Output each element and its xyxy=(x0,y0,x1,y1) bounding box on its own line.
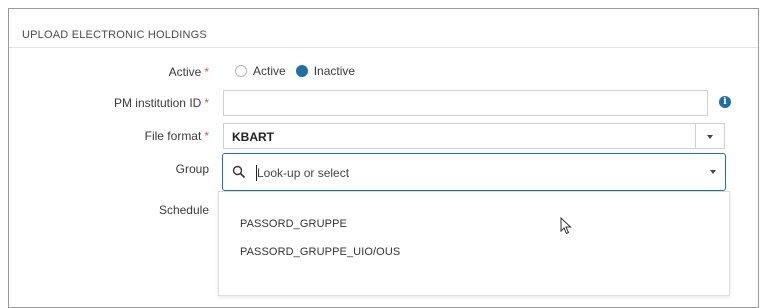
chevron-down-icon[interactable] xyxy=(710,170,716,174)
group-dropdown: PASSORD_GRUPPE PASSORD_GRUPPE_UIO/OUS xyxy=(218,191,730,296)
file-format-select[interactable]: KBART xyxy=(223,123,725,149)
required-mark: * xyxy=(204,65,209,79)
dropdown-option[interactable]: PASSORD_GRUPPE xyxy=(240,218,347,230)
radio-inactive-label[interactable]: Inactive xyxy=(314,64,355,78)
active-label-text: Active xyxy=(168,65,202,79)
search-icon xyxy=(232,165,246,179)
radio-active[interactable] xyxy=(235,65,247,77)
file-format-value: KBART xyxy=(232,130,274,144)
file-format-label: File format * xyxy=(145,129,209,143)
required-mark: * xyxy=(204,96,209,110)
schedule-label: Schedule xyxy=(158,203,209,217)
pm-institution-id-label-text: PM institution ID xyxy=(113,96,202,110)
pm-institution-id-field[interactable] xyxy=(223,90,708,116)
group-label: Group xyxy=(175,162,209,176)
group-search-input[interactable] xyxy=(257,163,657,183)
section-title: UPLOAD ELECTRONIC HOLDINGS xyxy=(22,29,207,41)
file-format-label-text: File format xyxy=(144,129,202,143)
mouse-pointer-icon xyxy=(560,217,572,235)
active-label: Active * xyxy=(169,65,209,79)
upload-panel: UPLOAD ELECTRONIC HOLDINGS Active * Activ… xyxy=(8,8,759,308)
radio-inactive[interactable] xyxy=(295,65,308,77)
required-mark: * xyxy=(204,129,209,143)
radio-active-label[interactable]: Active xyxy=(253,64,286,78)
info-icon[interactable]: i xyxy=(719,96,731,108)
active-radio-group: Active Inactive xyxy=(235,64,365,78)
chevron-down-icon[interactable] xyxy=(707,135,713,139)
group-lookup[interactable] xyxy=(222,153,726,191)
pm-institution-id-label: PM institution ID * xyxy=(114,96,209,110)
divider xyxy=(9,47,758,48)
dropdown-option[interactable]: PASSORD_GRUPPE_UIO/OUS xyxy=(240,246,400,258)
select-separator xyxy=(695,124,696,148)
